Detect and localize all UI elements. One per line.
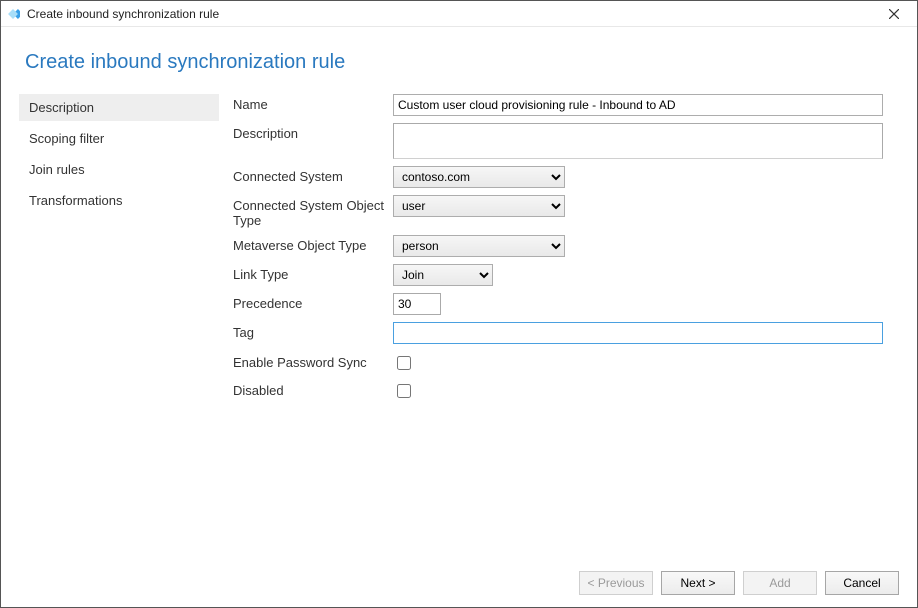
window-title: Create inbound synchronization rule	[27, 7, 877, 21]
add-button[interactable]: Add	[743, 571, 817, 595]
sidebar-item-join-rules[interactable]: Join rules	[19, 156, 219, 183]
next-button[interactable]: Next >	[661, 571, 735, 595]
sidebar-item-scoping-filter[interactable]: Scoping filter	[19, 125, 219, 152]
sidebar-item-label: Scoping filter	[29, 131, 104, 146]
enable-password-sync-checkbox[interactable]	[397, 356, 411, 370]
close-icon[interactable]	[877, 3, 911, 25]
tag-input[interactable]	[393, 322, 883, 344]
label-connected-system: Connected System	[233, 166, 393, 184]
label-name: Name	[233, 94, 393, 112]
footer: < Previous Next > Add Cancel	[1, 563, 917, 607]
label-disabled: Disabled	[233, 380, 393, 398]
previous-button[interactable]: < Previous	[579, 571, 653, 595]
metaverse-object-type-select[interactable]: person	[393, 235, 565, 257]
label-connected-system-object-type: Connected System Object Type	[233, 195, 393, 228]
sidebar: Description Scoping filter Join rules Tr…	[19, 94, 219, 551]
precedence-input[interactable]	[393, 293, 441, 315]
name-input[interactable]	[393, 94, 883, 116]
sidebar-item-label: Description	[29, 100, 94, 115]
label-link-type: Link Type	[233, 264, 393, 282]
form-area: Name Description Connected System contos…	[219, 94, 899, 551]
sidebar-item-transformations[interactable]: Transformations	[19, 187, 219, 214]
sidebar-item-description[interactable]: Description	[19, 94, 219, 121]
link-type-select[interactable]: Join	[393, 264, 493, 286]
label-description: Description	[233, 123, 393, 141]
connected-system-select[interactable]: contoso.com	[393, 166, 565, 188]
app-icon	[5, 6, 21, 22]
label-enable-password-sync: Enable Password Sync	[233, 352, 393, 370]
cancel-button[interactable]: Cancel	[825, 571, 899, 595]
titlebar: Create inbound synchronization rule	[1, 1, 917, 27]
label-tag: Tag	[233, 322, 393, 340]
connected-system-object-type-select[interactable]: user	[393, 195, 565, 217]
body-row: Description Scoping filter Join rules Tr…	[19, 94, 899, 551]
sidebar-item-label: Join rules	[29, 162, 85, 177]
label-metaverse-object-type: Metaverse Object Type	[233, 235, 393, 253]
disabled-checkbox[interactable]	[397, 384, 411, 398]
dialog-window: Create inbound synchronization rule Crea…	[0, 0, 918, 608]
description-input[interactable]	[393, 123, 883, 159]
sidebar-item-label: Transformations	[29, 193, 122, 208]
label-precedence: Precedence	[233, 293, 393, 311]
page-title: Create inbound synchronization rule	[25, 51, 899, 74]
content-area: Create inbound synchronization rule Desc…	[1, 27, 917, 563]
